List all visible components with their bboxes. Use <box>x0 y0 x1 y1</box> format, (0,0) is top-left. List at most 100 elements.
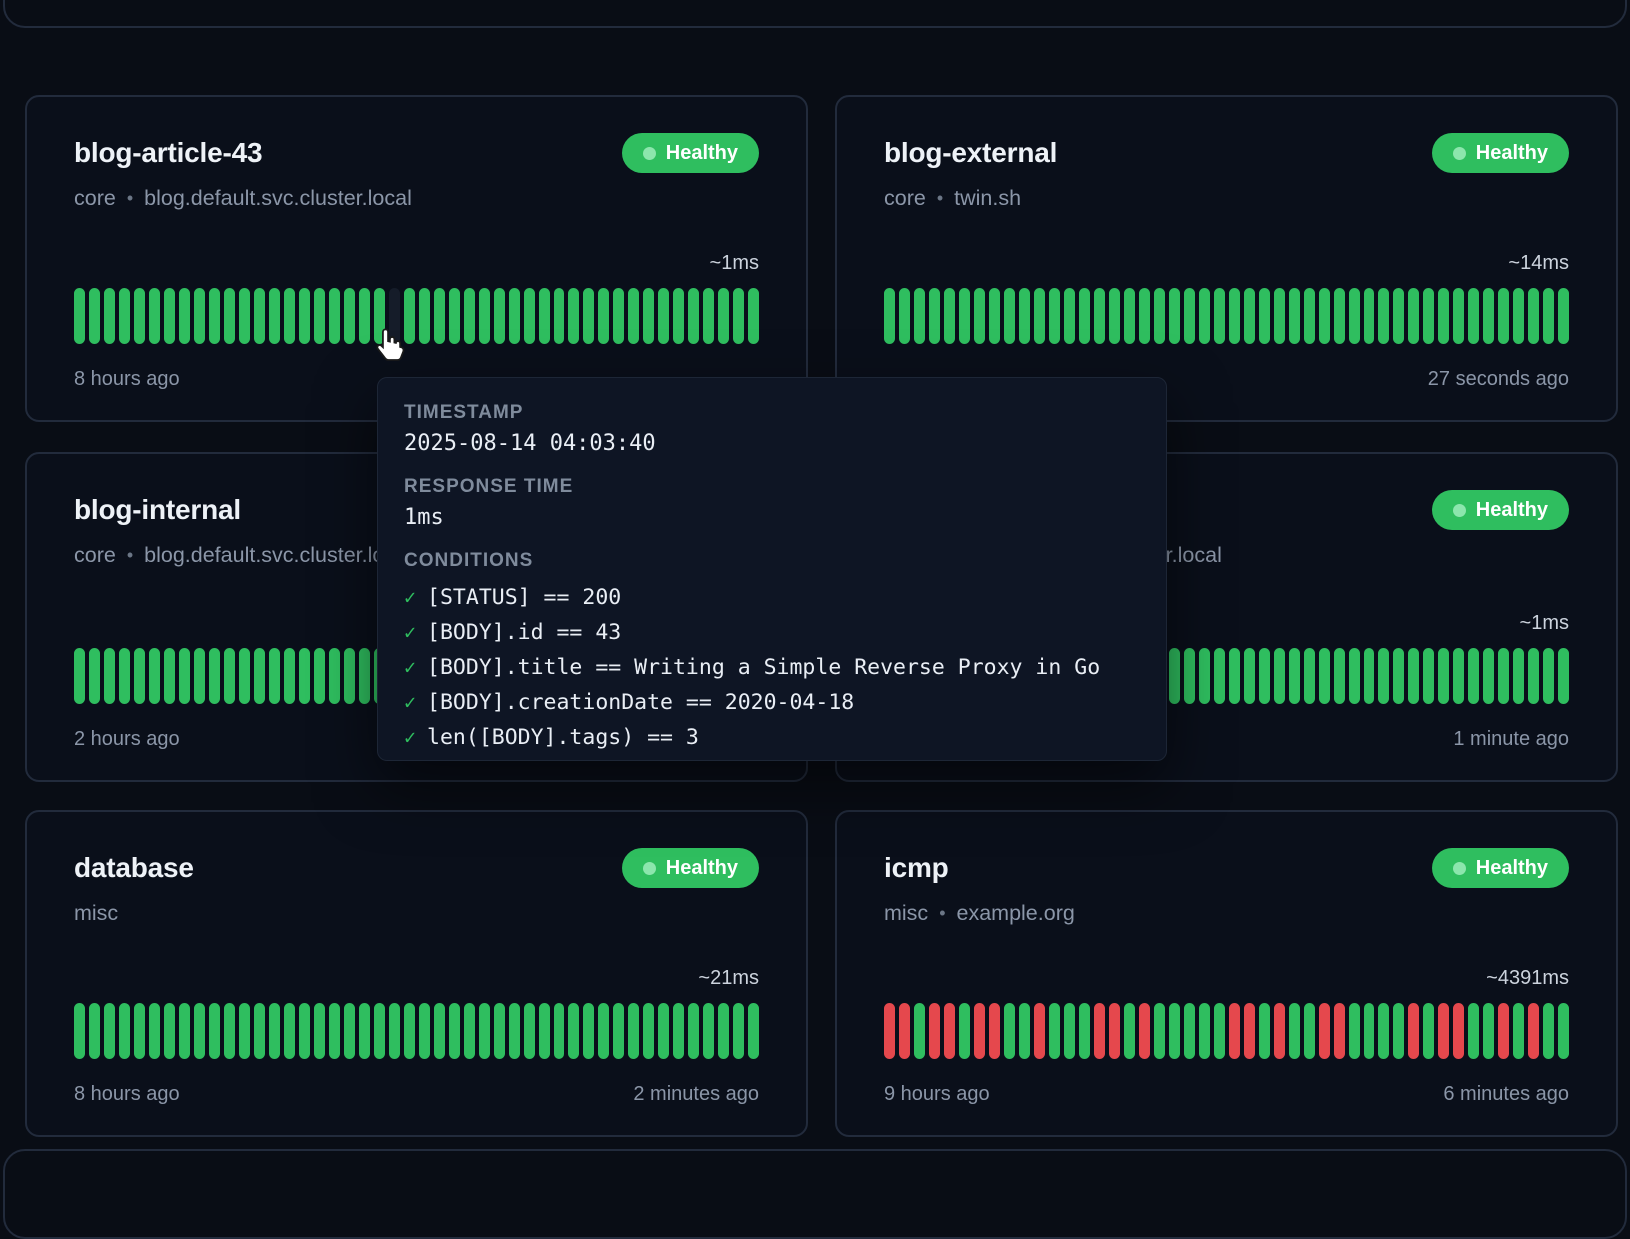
status-bar[interactable] <box>104 1003 115 1059</box>
status-bar[interactable] <box>164 1003 175 1059</box>
status-bar[interactable] <box>1378 1003 1389 1059</box>
status-bar[interactable] <box>134 1003 145 1059</box>
status-bar[interactable] <box>884 288 895 344</box>
status-bar[interactable] <box>914 1003 925 1059</box>
status-bar[interactable] <box>164 648 175 704</box>
status-bar[interactable] <box>1498 648 1509 704</box>
status-bar[interactable] <box>389 1003 400 1059</box>
status-bar[interactable] <box>658 1003 669 1059</box>
status-bar[interactable] <box>329 288 340 344</box>
status-bar[interactable] <box>613 288 624 344</box>
status-bar[interactable] <box>1259 1003 1270 1059</box>
status-bar[interactable] <box>1558 648 1569 704</box>
status-bar[interactable] <box>74 648 85 704</box>
status-bar[interactable] <box>598 288 609 344</box>
status-bar[interactable] <box>314 648 325 704</box>
status-bar[interactable] <box>703 288 714 344</box>
status-bar[interactable] <box>344 648 355 704</box>
status-bar[interactable] <box>554 288 565 344</box>
status-bar[interactable] <box>1498 1003 1509 1059</box>
status-bar[interactable] <box>1543 648 1554 704</box>
status-bar[interactable] <box>1468 648 1479 704</box>
status-bar[interactable] <box>344 288 355 344</box>
status-bar[interactable] <box>1109 1003 1120 1059</box>
status-bar[interactable] <box>554 1003 565 1059</box>
status-bar[interactable] <box>1408 648 1419 704</box>
status-bar[interactable] <box>1079 1003 1090 1059</box>
status-bar[interactable] <box>568 1003 579 1059</box>
status-bar[interactable] <box>884 1003 895 1059</box>
status-bar[interactable] <box>509 288 520 344</box>
status-bar[interactable] <box>1438 648 1449 704</box>
status-bar[interactable] <box>239 648 250 704</box>
status-bar[interactable] <box>598 1003 609 1059</box>
status-bar[interactable] <box>179 648 190 704</box>
status-bar[interactable] <box>1214 288 1225 344</box>
status-bar[interactable] <box>1154 288 1165 344</box>
status-bar[interactable] <box>1244 288 1255 344</box>
status-bar[interactable] <box>149 288 160 344</box>
status-bar[interactable] <box>1334 648 1345 704</box>
status-bar[interactable] <box>974 1003 985 1059</box>
status-bar[interactable] <box>419 288 430 344</box>
status-bar[interactable] <box>959 288 970 344</box>
status-bar[interactable] <box>1274 648 1285 704</box>
status-bar[interactable] <box>959 1003 970 1059</box>
status-bar[interactable] <box>74 288 85 344</box>
status-bar[interactable] <box>269 648 280 704</box>
status-bar[interactable] <box>748 1003 759 1059</box>
status-bar[interactable] <box>1483 648 1494 704</box>
status-bar[interactable] <box>494 288 505 344</box>
status-bar[interactable] <box>1184 648 1195 704</box>
status-bar[interactable] <box>404 1003 415 1059</box>
status-bar[interactable] <box>1289 648 1300 704</box>
status-bar[interactable] <box>1064 288 1075 344</box>
status-bar[interactable] <box>1049 288 1060 344</box>
status-bar[interactable] <box>929 1003 940 1059</box>
status-bar[interactable] <box>479 1003 490 1059</box>
status-bar[interactable] <box>929 288 940 344</box>
status-bar[interactable] <box>1453 288 1464 344</box>
status-bar[interactable] <box>209 288 220 344</box>
endpoint-card-blog-article-43[interactable]: blog-article-43 Healthy core • blog.defa… <box>25 95 808 422</box>
status-bar[interactable] <box>1334 288 1345 344</box>
status-bar[interactable] <box>74 1003 85 1059</box>
status-bar[interactable] <box>1274 1003 1285 1059</box>
status-bar[interactable] <box>1199 648 1210 704</box>
status-bar[interactable] <box>359 288 370 344</box>
status-bar[interactable] <box>643 1003 654 1059</box>
status-bar[interactable] <box>944 1003 955 1059</box>
status-bar[interactable] <box>299 648 310 704</box>
status-bar[interactable] <box>1528 1003 1539 1059</box>
status-bar[interactable] <box>718 1003 729 1059</box>
status-bar[interactable] <box>1244 1003 1255 1059</box>
status-bar[interactable] <box>1349 1003 1360 1059</box>
status-bar[interactable] <box>1423 648 1434 704</box>
status-bar[interactable] <box>1334 1003 1345 1059</box>
status-bar[interactable] <box>733 1003 744 1059</box>
status-bar[interactable] <box>1393 648 1404 704</box>
status-bar[interactable] <box>119 648 130 704</box>
status-bar[interactable] <box>1513 1003 1524 1059</box>
status-bar[interactable] <box>1349 288 1360 344</box>
status-bar[interactable] <box>284 288 295 344</box>
status-bar[interactable] <box>539 288 550 344</box>
status-bar[interactable] <box>1408 288 1419 344</box>
status-bar[interactable] <box>524 1003 535 1059</box>
endpoint-card-database[interactable]: database Healthy misc ~21ms 8 hours ago … <box>25 810 808 1137</box>
status-bar[interactable] <box>1154 1003 1165 1059</box>
status-bar[interactable] <box>464 288 475 344</box>
status-bar[interactable] <box>628 288 639 344</box>
status-bar[interactable] <box>568 288 579 344</box>
next-group-card-partial[interactable] <box>3 1149 1627 1239</box>
status-bar[interactable] <box>1319 1003 1330 1059</box>
status-bar[interactable] <box>1453 648 1464 704</box>
status-bar[interactable] <box>703 1003 714 1059</box>
status-bar[interactable] <box>1199 1003 1210 1059</box>
status-bar[interactable] <box>1274 288 1285 344</box>
status-bar[interactable] <box>329 1003 340 1059</box>
status-bar[interactable] <box>344 1003 355 1059</box>
status-bar[interactable] <box>1378 288 1389 344</box>
status-bar[interactable] <box>119 1003 130 1059</box>
status-bar[interactable] <box>1289 288 1300 344</box>
